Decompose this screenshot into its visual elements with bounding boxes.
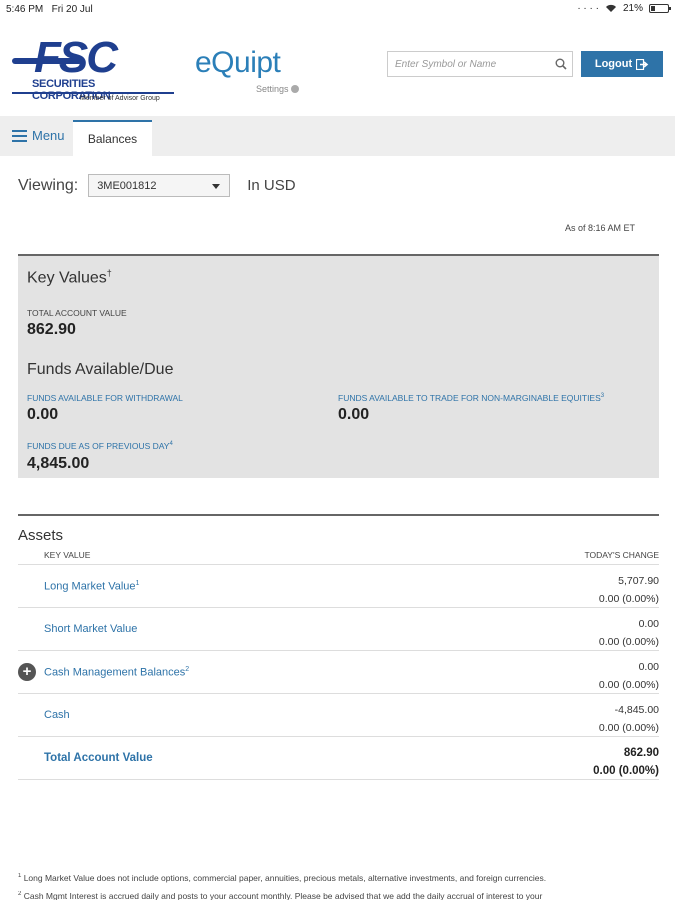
divider xyxy=(18,514,659,516)
funds-withdrawal-label[interactable]: FUNDS AVAILABLE FOR WITHDRAWAL xyxy=(27,393,183,403)
wifi-icon xyxy=(605,4,616,12)
search-icon[interactable] xyxy=(555,58,567,70)
key-values-title: Key Values† xyxy=(27,268,112,287)
account-select[interactable]: 3ME001812 xyxy=(88,174,231,197)
battery-icon xyxy=(649,4,671,13)
assets-title: Assets xyxy=(18,527,64,544)
as-of-timestamp: As of 8:16 AM ET xyxy=(564,223,635,233)
nav-bar: Menu Balances xyxy=(0,116,675,156)
long-market-value-link[interactable]: Long Market Value1 xyxy=(44,580,139,593)
app-name: eQuipt xyxy=(195,46,281,79)
col-todays-change: TODAY'S CHANGE xyxy=(584,550,659,560)
status-bar: 5:46 PM Fri 20 Jul · · · · 21% xyxy=(0,0,675,20)
asset-row-cash-management: + Cash Management Balances2 0.00 0.00 (0… xyxy=(18,650,659,693)
search-box xyxy=(387,51,573,77)
asset-row-long-market-value: Long Market Value1 5,707.90 0.00 (0.00%) xyxy=(18,564,659,607)
signal-icon: · · · · xyxy=(577,3,599,14)
key-values-panel: Key Values† TOTAL ACCOUNT VALUE 862.90 F… xyxy=(18,254,659,478)
logout-button[interactable]: Logout xyxy=(581,51,663,77)
cash-management-link[interactable]: Cash Management Balances2 xyxy=(44,666,189,679)
cash-link[interactable]: Cash xyxy=(44,709,70,721)
viewing-row: Viewing: 3ME001812 In USD xyxy=(18,174,296,197)
asset-row-short-market-value: Short Market Value 0.00 0.00 (0.00%) xyxy=(18,607,659,650)
menu-button[interactable]: Menu xyxy=(12,128,65,143)
expand-plus-icon[interactable]: + xyxy=(18,663,36,681)
short-market-value-link[interactable]: Short Market Value xyxy=(44,623,137,635)
status-time: 5:46 PM Fri 20 Jul xyxy=(6,4,93,15)
settings-link[interactable]: Settings xyxy=(256,84,299,94)
currency-label: In USD xyxy=(247,177,296,194)
funds-due-value: 4,845.00 xyxy=(27,455,90,472)
total-account-value: 862.90 xyxy=(27,321,76,338)
footnote-2: 2 Cash Mgmt Interest is accrued daily an… xyxy=(18,891,543,900)
hamburger-icon xyxy=(12,129,27,142)
gear-icon xyxy=(290,85,299,93)
col-key-value: KEY VALUE xyxy=(44,550,91,560)
total-account-value-label: TOTAL ACCOUNT VALUE xyxy=(27,308,127,318)
search-input[interactable] xyxy=(388,52,548,76)
tab-balances[interactable]: Balances xyxy=(73,120,152,156)
logout-icon xyxy=(636,58,649,70)
battery-percent: 21% xyxy=(622,3,643,14)
footnote-1: 1 Long Market Value does not include opt… xyxy=(18,873,547,883)
asset-row-total: Total Account Value 862.90 0.00 (0.00%) xyxy=(18,736,659,779)
funds-due-label[interactable]: FUNDS DUE AS OF PREVIOUS DAY4 xyxy=(27,441,173,451)
fsc-logo: FSC SECURITIES CORPORATION Member of Adv… xyxy=(12,36,174,108)
divider xyxy=(18,779,659,780)
funds-trade-value: 0.00 xyxy=(338,406,370,423)
funds-trade-label[interactable]: FUNDS AVAILABLE TO TRADE FOR NON-MARGINA… xyxy=(338,393,604,403)
viewing-label: Viewing: xyxy=(18,176,79,194)
header: FSC SECURITIES CORPORATION Member of Adv… xyxy=(0,20,675,116)
asset-row-cash: Cash -4,845.00 0.00 (0.00%) xyxy=(18,693,659,736)
funds-title: Funds Available/Due xyxy=(27,361,174,378)
chevron-down-icon xyxy=(212,184,221,189)
funds-withdrawal-value: 0.00 xyxy=(27,406,59,423)
total-account-value-link[interactable]: Total Account Value xyxy=(44,752,153,764)
